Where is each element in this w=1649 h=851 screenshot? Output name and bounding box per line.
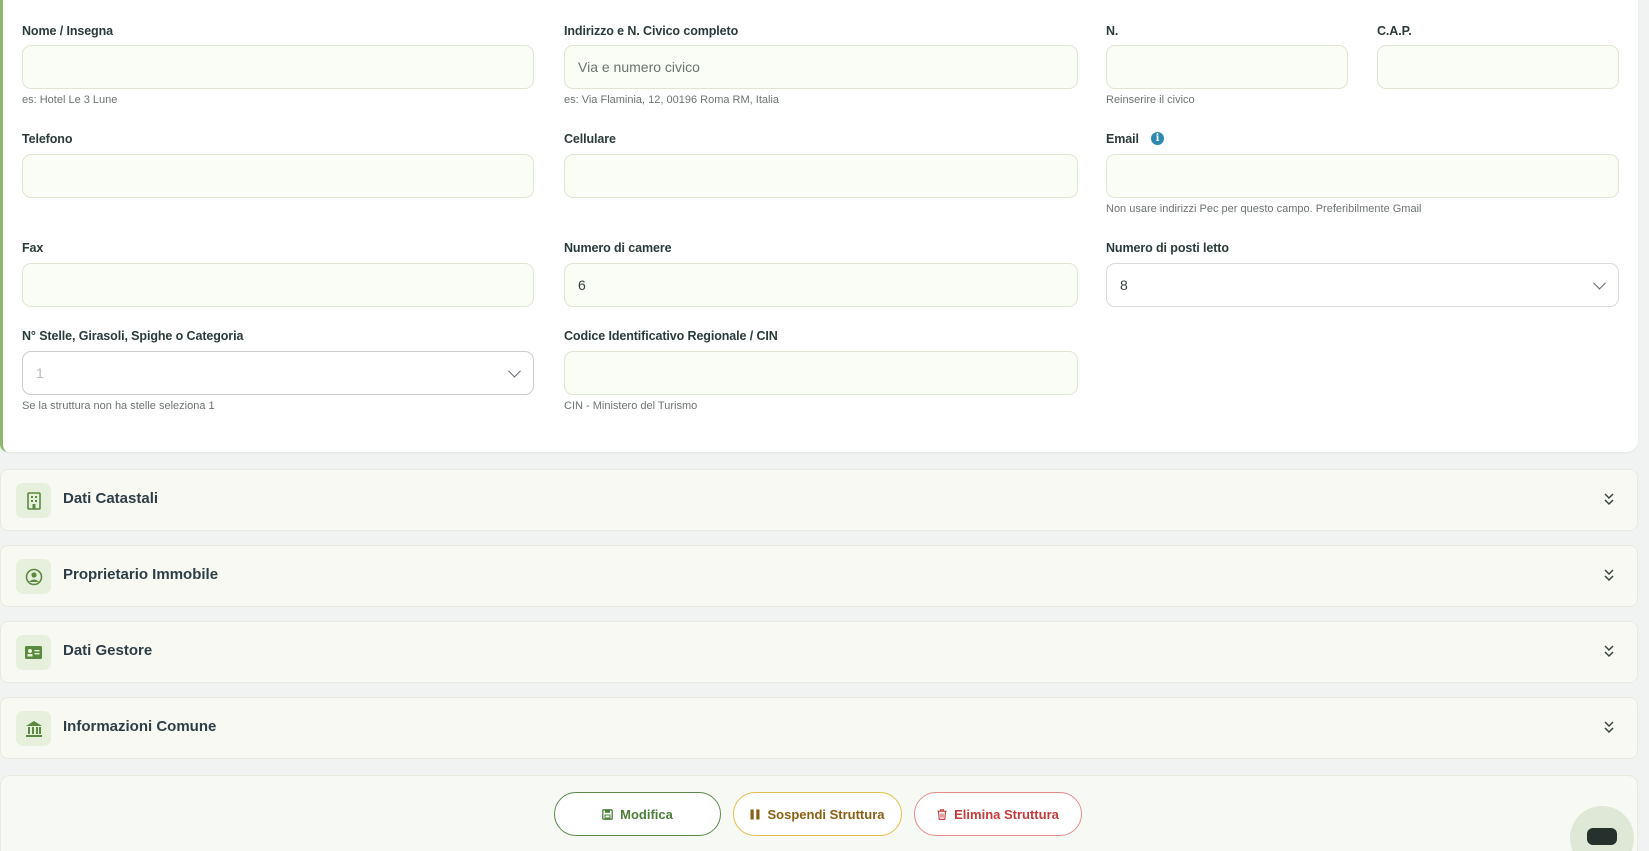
camere-input[interactable]: 6 (564, 263, 1078, 307)
pause-icon (750, 809, 760, 819)
section-dati-catastali[interactable]: Dati Catastali (0, 469, 1638, 531)
telefono-label: Telefono (22, 132, 73, 146)
camere-label: Numero di camere (564, 241, 672, 255)
cap-input[interactable] (1377, 45, 1619, 89)
delete-button-label: Elimina Struttura (954, 806, 1059, 822)
civico-input[interactable] (1106, 45, 1348, 89)
save-icon (602, 808, 613, 820)
edit-button-label: Modifica (620, 806, 673, 822)
section-title: Dati Catastali (63, 490, 159, 507)
chevrons-down-icon (1604, 721, 1614, 734)
cellulare-input[interactable] (564, 154, 1078, 198)
stelle-help: Se la struttura non ha stelle seleziona … (22, 400, 215, 412)
suspend-button[interactable]: Sospendi Struttura (733, 792, 902, 836)
stelle-label: N° Stelle, Girasoli, Spighe o Categoria (22, 329, 244, 343)
indirizzo-help: es: Via Flaminia, 12, 00196 Roma RM, Ita… (564, 94, 780, 106)
civico-help: Reinserire il civico (1106, 94, 1195, 106)
stelle-select[interactable]: 1 (22, 351, 534, 395)
section-proprietario-immobile[interactable]: Proprietario Immobile (0, 545, 1638, 607)
fax-label: Fax (22, 241, 44, 255)
civico-label: N. (1106, 24, 1119, 38)
cellulare-label: Cellulare (564, 132, 616, 146)
cin-help: CIN - Ministero del Turismo (564, 400, 698, 412)
suspend-button-label: Sospendi Struttura (767, 806, 885, 822)
section-title: Informazioni Comune (63, 718, 217, 735)
telefono-input[interactable] (22, 154, 534, 198)
cin-input[interactable] (564, 351, 1078, 395)
section-informazioni-comune[interactable]: Informazioni Comune (0, 697, 1638, 759)
bank-icon (16, 711, 51, 746)
email-help: Non usare indirizzi Pec per questo campo… (1106, 203, 1422, 215)
chevron-down-icon (1593, 276, 1606, 290)
info-icon[interactable]: i (1151, 132, 1164, 145)
cin-label: Codice Identificativo Regionale / CIN (564, 329, 778, 343)
delete-button[interactable]: Elimina Struttura (914, 792, 1082, 836)
id-card-icon (16, 635, 51, 670)
indirizzo-input[interactable]: Via e numero civico (564, 45, 1078, 89)
email-input[interactable] (1106, 154, 1619, 198)
section-title: Proprietario Immobile (63, 566, 219, 583)
stelle-value: 1 (36, 365, 44, 381)
posti-letto-label: Numero di posti letto (1106, 241, 1229, 255)
section-dati-gestore[interactable]: Dati Gestore (0, 621, 1638, 683)
nome-help: es: Hotel Le 3 Lune (22, 94, 118, 106)
indirizzo-label: Indirizzo e N. Civico completo (564, 24, 739, 38)
posti-letto-value: 8 (1120, 277, 1128, 293)
building-icon (16, 483, 51, 518)
fax-input[interactable] (22, 263, 534, 307)
structure-form-card: Nome / Insegna es: Hotel Le 3 Lune Indir… (0, 0, 1638, 452)
chevron-down-icon (508, 364, 521, 378)
section-title: Dati Gestore (63, 642, 153, 659)
nome-label: Nome / Insegna (22, 24, 113, 38)
nome-input[interactable] (22, 45, 534, 89)
chevrons-down-icon (1604, 645, 1614, 658)
chevrons-down-icon (1604, 569, 1614, 582)
posti-letto-select[interactable]: 8 (1106, 263, 1619, 307)
user-circle-icon (16, 559, 51, 594)
edit-button[interactable]: Modifica (554, 792, 721, 836)
email-label: Email (1106, 132, 1139, 146)
chat-icon (1587, 828, 1617, 845)
chevrons-down-icon (1604, 493, 1614, 506)
cap-label: C.A.P. (1377, 24, 1412, 38)
trash-icon (937, 808, 947, 820)
